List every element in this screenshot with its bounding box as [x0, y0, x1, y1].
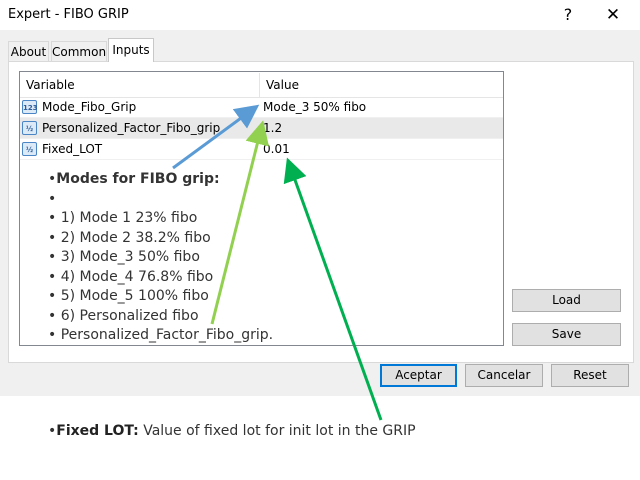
annotation-arrows — [172, 104, 383, 421]
arrow-to-mode-value — [172, 104, 260, 170]
arrow-to-lot-value — [283, 157, 383, 421]
arrow-to-factor-value — [210, 120, 269, 325]
